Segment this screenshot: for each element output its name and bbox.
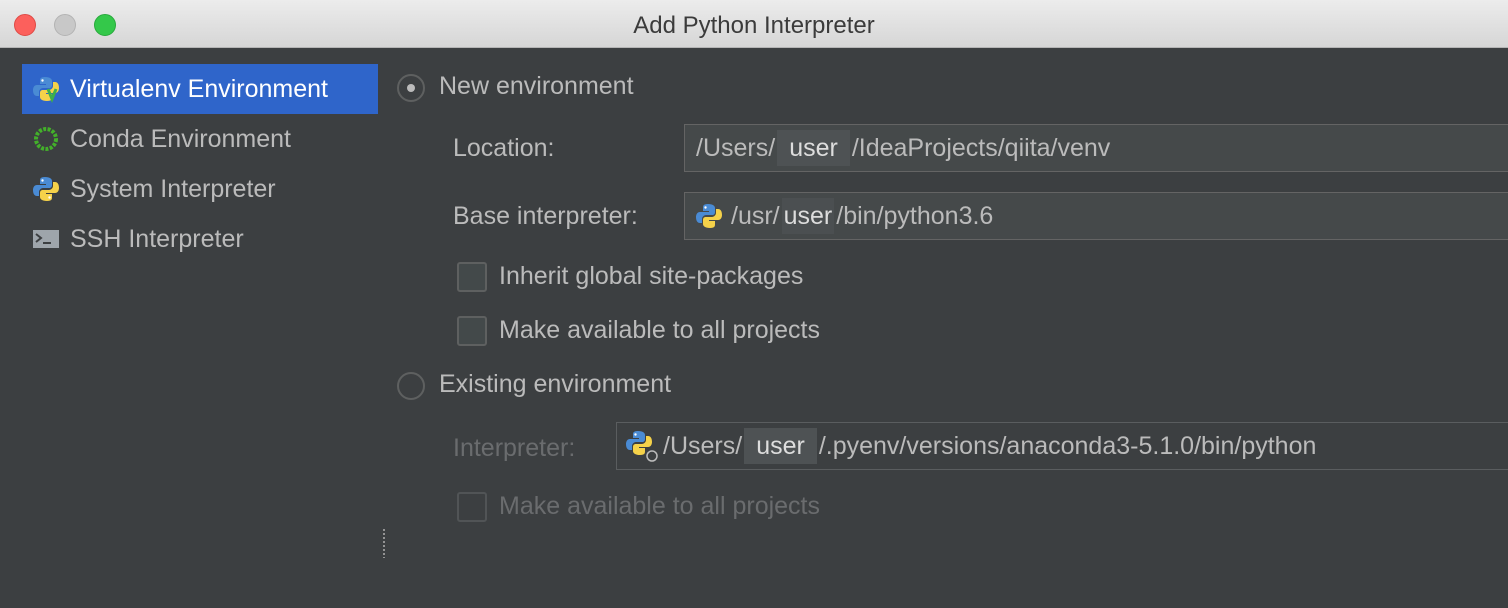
sidebar-item-virtualenv[interactable]: Virtualenv Environment (22, 64, 378, 114)
sidebar-item-label: SSH Interpreter (70, 224, 244, 253)
sidebar-item-ssh-interpreter[interactable]: SSH Interpreter (22, 214, 378, 264)
python-conda-icon (625, 429, 659, 463)
masked-username: user (781, 198, 835, 234)
existing-environment-label: Existing environment (439, 370, 672, 398)
terminal-icon (32, 225, 60, 253)
new-environment-radio[interactable] (397, 74, 425, 102)
sidebar-item-label: Conda Environment (70, 124, 291, 153)
existing-make-available-checkbox[interactable] (457, 492, 487, 522)
window-title: Add Python Interpreter (633, 12, 875, 39)
location-label: Location: (453, 134, 555, 162)
splitter-handle[interactable] (382, 528, 386, 558)
inherit-site-packages-checkbox[interactable] (457, 262, 487, 292)
existing-environment-radio[interactable] (397, 372, 425, 400)
masked-username: user (777, 130, 850, 166)
masked-username: user (744, 428, 817, 464)
python-icon (695, 202, 723, 230)
sidebar-item-label: Virtualenv Environment (70, 74, 329, 103)
make-available-checkbox[interactable] (457, 316, 487, 346)
interpreter-label: Interpreter: (453, 434, 576, 462)
base-interpreter-select[interactable]: /usr/user/bin/python3.6 (684, 192, 1508, 240)
title-bar: Add Python Interpreter (0, 0, 1508, 48)
interpreter-type-list: Virtualenv Environment Conda Environment… (22, 64, 378, 264)
virtualenv-python-icon (32, 75, 60, 103)
new-environment-label: New environment (439, 72, 634, 100)
sidebar-item-label: System Interpreter (70, 174, 276, 203)
make-available-label: Make available to all projects (499, 316, 820, 344)
conda-icon (32, 125, 60, 153)
location-field[interactable]: /Users/user/IdeaProjects/qiita/venv (684, 124, 1508, 172)
existing-interpreter-select[interactable]: /Users/user/.pyenv/versions/anaconda3-5.… (616, 422, 1508, 470)
existing-make-available-label: Make available to all projects (499, 492, 820, 520)
add-python-interpreter-dialog: Add Python Interpreter Virtualenv Enviro… (0, 0, 1508, 608)
sidebar-item-conda[interactable]: Conda Environment (22, 114, 378, 164)
sidebar-item-system-interpreter[interactable]: System Interpreter (22, 164, 378, 214)
base-interpreter-label: Base interpreter: (453, 202, 638, 230)
inherit-site-packages-label: Inherit global site-packages (499, 262, 804, 290)
python-icon (32, 175, 60, 203)
